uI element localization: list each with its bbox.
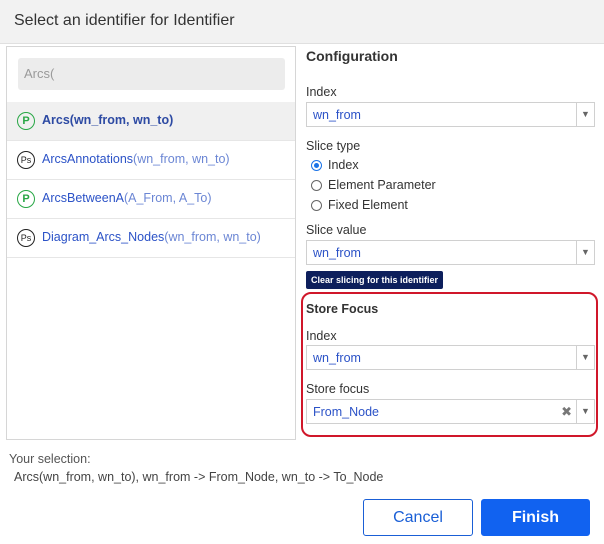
dialog-title: Select an identifier for Identifier — [14, 12, 235, 29]
slice-type-label: Slice type — [306, 139, 361, 153]
radio-fixed-element[interactable]: Fixed Element — [311, 198, 408, 212]
identifier-args: (A_From, A_To) — [123, 191, 212, 205]
list-item-arcsbetweena[interactable]: P ArcsBetweenA(A_From, A_To) — [7, 180, 295, 219]
caret-down-icon[interactable]: ▼ — [576, 400, 594, 423]
list-item-arcsannotations[interactable]: Ps ArcsAnnotations(wn_from, wn_to) — [7, 141, 295, 180]
index-select[interactable]: wn_from ▼ — [306, 102, 595, 127]
string-parameter-icon: Ps — [17, 229, 35, 247]
focus-index-select[interactable]: wn_from ▼ — [306, 345, 595, 370]
identifier-name: Diagram_Arcs_Nodes — [42, 230, 165, 244]
clear-icon[interactable]: ✖ — [561, 404, 572, 420]
identifier-name: ArcsAnnotations — [42, 152, 134, 166]
focus-index-value: wn_from — [313, 351, 361, 365]
slice-value-label: Slice value — [306, 223, 367, 237]
focus-index-label: Index — [306, 329, 337, 343]
dialog-titlebar: Select an identifier for Identifier — [0, 0, 604, 44]
identifier-args: (wn_from, wn_to) — [69, 113, 174, 127]
radio-dot — [311, 200, 322, 211]
caret-down-icon[interactable]: ▼ — [576, 346, 594, 369]
identifier-args: (wn_from, wn_to) — [133, 152, 230, 166]
cancel-button[interactable]: Cancel — [363, 499, 473, 536]
search-input[interactable]: Arcs( — [18, 58, 285, 90]
radio-dot — [311, 180, 322, 191]
caret-down-icon[interactable]: ▼ — [576, 241, 594, 264]
slice-value-select[interactable]: wn_from ▼ — [306, 240, 595, 265]
store-focus-title: Store Focus — [306, 302, 379, 316]
caret-down-icon[interactable]: ▼ — [576, 103, 594, 126]
selection-label: Your selection: — [9, 452, 91, 466]
parameter-icon: P — [17, 190, 35, 208]
identifier-list-panel: Arcs( P Arcs(wn_from, wn_to) Ps ArcsAnno… — [6, 46, 296, 440]
store-focus-select[interactable]: From_Node ✖ ▼ — [306, 399, 595, 424]
radio-element-parameter[interactable]: Element Parameter — [311, 178, 436, 192]
identifier-args: (wn_from, wn_to) — [164, 230, 261, 244]
store-focus-value: From_Node — [313, 405, 379, 419]
configuration-title: Configuration — [306, 48, 398, 64]
identifier-name: ArcsBetweenA — [42, 191, 124, 205]
identifier-list: P Arcs(wn_from, wn_to) Ps ArcsAnnotation… — [7, 102, 295, 258]
selection-value: Arcs(wn_from, wn_to), wn_from -> From_No… — [14, 470, 384, 484]
list-item-arcs[interactable]: P Arcs(wn_from, wn_to) — [7, 102, 295, 141]
list-item-diagram-arcs-nodes[interactable]: Ps Diagram_Arcs_Nodes(wn_from, wn_to) — [7, 219, 295, 258]
parameter-icon: P — [17, 112, 35, 130]
identifier-name: Arcs — [42, 113, 70, 127]
radio-index[interactable]: Index — [311, 158, 359, 172]
clear-slicing-button[interactable]: Clear slicing for this identifier — [306, 271, 444, 289]
radio-dot — [311, 160, 322, 171]
finish-button[interactable]: Finish — [481, 499, 590, 536]
string-parameter-icon: Ps — [17, 151, 35, 169]
store-focus-label: Store focus — [306, 382, 370, 396]
slice-value: wn_from — [313, 246, 361, 260]
index-value: wn_from — [313, 108, 361, 122]
index-label: Index — [306, 85, 337, 99]
